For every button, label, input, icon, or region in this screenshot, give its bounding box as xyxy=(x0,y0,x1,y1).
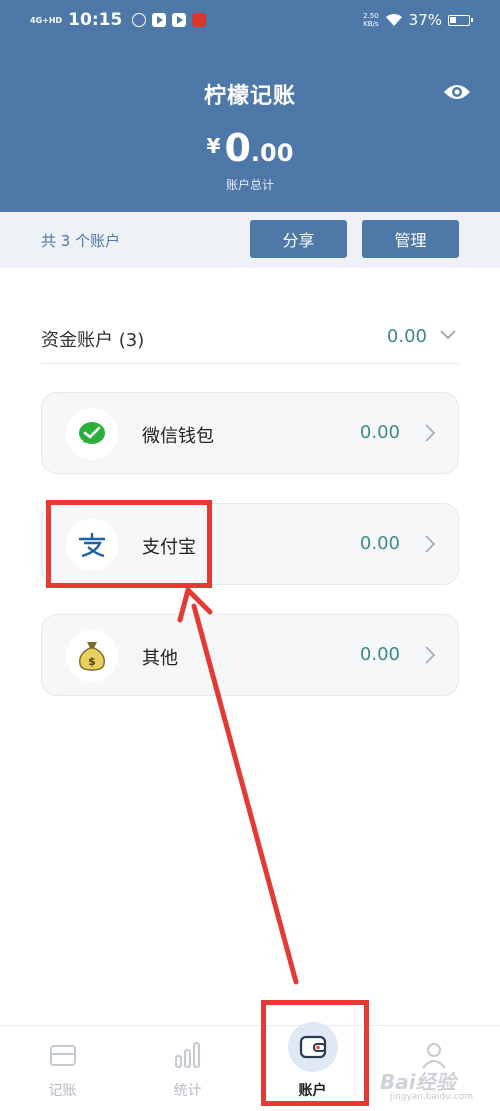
battery-icon xyxy=(448,14,473,26)
money-bag-icon: $ xyxy=(79,642,105,671)
bar-chart-icon xyxy=(175,1042,200,1068)
chevron-down-icon xyxy=(440,330,456,340)
group-total: 0.00 xyxy=(386,326,427,347)
svg-text:$: $ xyxy=(88,655,96,668)
nav-tab-bookkeeping[interactable]: 记账 xyxy=(0,1026,125,1111)
nav-tab-statistics[interactable]: 统计 xyxy=(125,1026,250,1111)
chevron-right-icon xyxy=(425,535,436,553)
video-app-icon xyxy=(152,13,167,27)
money-bag-logo: $ xyxy=(66,630,118,682)
annotation-box-accounts-tab xyxy=(261,1000,369,1106)
app-notification-icon xyxy=(192,13,207,27)
net-speed-unit: KB/s xyxy=(363,20,379,28)
app-header: 4G+HD 10:15 2.50 KB/s 37% 柠檬记账 ¥0.00 账户总… xyxy=(0,0,500,212)
chevron-right-icon xyxy=(425,424,436,442)
notification-icon xyxy=(132,13,147,27)
nav-label: 统计 xyxy=(173,1083,202,1099)
annotation-box-alipay xyxy=(46,500,212,588)
chevron-right-icon xyxy=(425,646,436,664)
baidu-watermark: Bai经验 jingyan.baidu.com xyxy=(380,1040,495,1106)
account-count: 共 3 个账户 xyxy=(41,232,121,250)
manage-button[interactable]: 管理 xyxy=(362,220,459,258)
page-title: 柠檬记账 xyxy=(203,84,296,109)
account-toolbar: 共 3 个账户 分享 管理 xyxy=(0,212,500,268)
card-icon xyxy=(50,1045,76,1066)
clock: 10:15 xyxy=(68,10,123,30)
nav-label: 记账 xyxy=(48,1083,77,1099)
account-balance: 0.00 xyxy=(359,644,400,665)
wifi-icon xyxy=(385,13,402,26)
account-name: 其他 xyxy=(142,648,178,669)
eye-icon[interactable] xyxy=(442,80,472,104)
status-left: 4G+HD 10:15 xyxy=(30,10,207,30)
fund-account-group-header[interactable]: 资金账户 (3) 0.00 xyxy=(41,314,459,364)
total-amount: ¥0.00 xyxy=(0,126,500,170)
status-bar: 4G+HD 10:15 2.50 KB/s 37% xyxy=(0,0,500,40)
total-integer: 0 xyxy=(224,126,251,170)
network-indicator: 4G+HD xyxy=(30,15,63,25)
group-title: 资金账户 (3) xyxy=(41,330,145,351)
account-balance: 0.00 xyxy=(359,533,400,554)
account-card-other[interactable]: $ 其他 0.00 xyxy=(41,614,459,696)
battery-percent: 37% xyxy=(408,11,442,29)
account-balance: 0.00 xyxy=(359,422,400,443)
wechat-logo xyxy=(66,408,118,460)
net-speed: 2.50 KB/s xyxy=(363,12,379,28)
watermark-url: jingyan.baidu.com xyxy=(390,1092,474,1102)
net-speed-value: 2.50 xyxy=(363,12,379,20)
account-name: 微信钱包 xyxy=(142,426,214,447)
currency-symbol: ¥ xyxy=(206,134,221,158)
total-label: 账户总计 xyxy=(225,178,274,192)
video-app-icon-2 xyxy=(172,13,187,27)
wechat-icon xyxy=(79,422,105,444)
account-card-wechat[interactable]: 微信钱包 0.00 xyxy=(41,392,459,474)
status-right: 2.50 KB/s 37% xyxy=(363,11,473,29)
total-decimal: .00 xyxy=(250,139,294,167)
watermark-text: Bai经验 xyxy=(380,1070,456,1094)
share-button[interactable]: 分享 xyxy=(250,220,347,258)
